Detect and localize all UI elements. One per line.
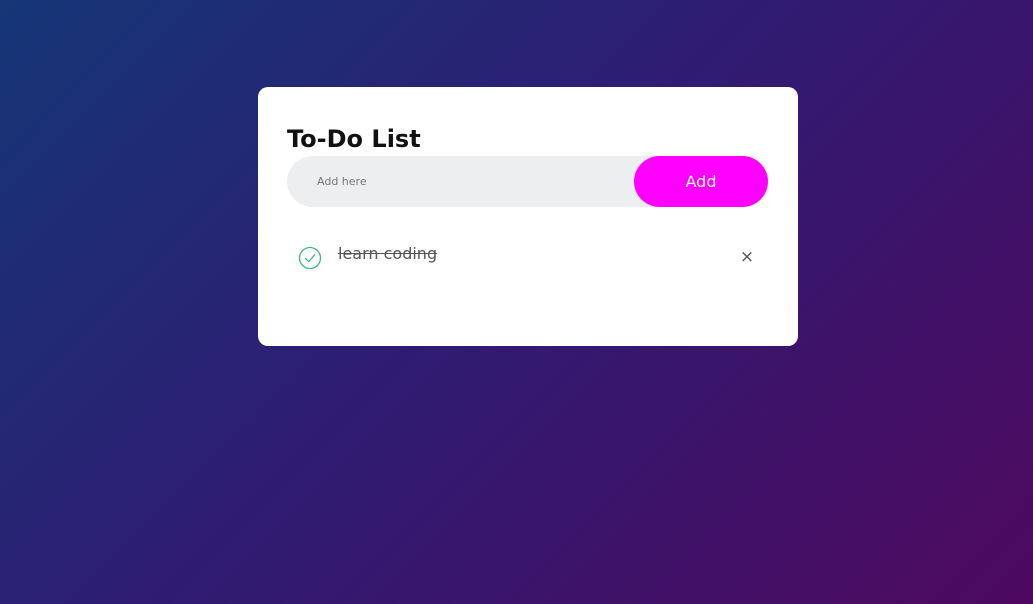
list-item[interactable]: learn coding ×	[287, 237, 768, 277]
add-button[interactable]: Add	[634, 156, 768, 207]
todo-card: To-Do List Add learn coding ×	[258, 87, 798, 346]
close-icon[interactable]: ×	[739, 249, 755, 266]
task-input[interactable]	[287, 156, 633, 207]
check-circle-icon[interactable]	[298, 246, 322, 270]
task-list: learn coding ×	[287, 237, 768, 277]
input-row: Add	[287, 156, 768, 207]
task-text: learn coding	[338, 244, 438, 263]
page-title: To-Do List	[287, 125, 421, 153]
